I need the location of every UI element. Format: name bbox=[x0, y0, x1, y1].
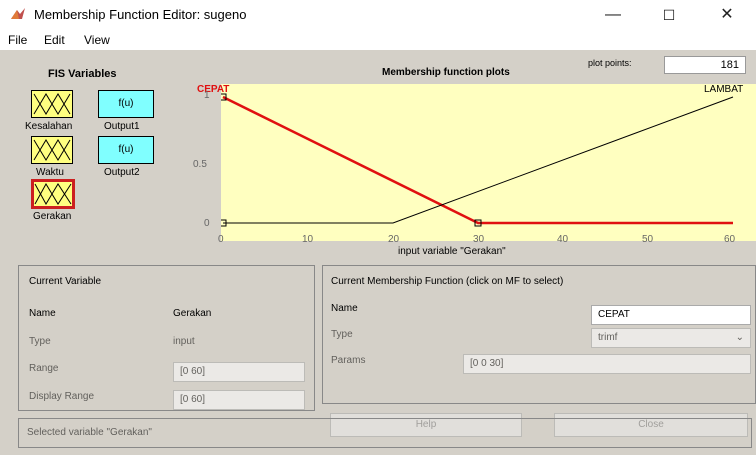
menu-view[interactable]: View bbox=[84, 33, 110, 47]
x-tick-label: 30 bbox=[473, 234, 485, 245]
cv-type-label: Type bbox=[29, 336, 51, 347]
mf-type-select[interactable]: trimf ⌄ bbox=[591, 328, 751, 348]
menu-file[interactable]: File bbox=[8, 33, 27, 47]
mf-line-lambat[interactable] bbox=[223, 96, 734, 224]
cv-name-label: Name bbox=[29, 308, 56, 319]
mf-params-input[interactable]: [0 0 30] bbox=[463, 354, 751, 374]
plot-title: Membership function plots bbox=[382, 67, 510, 78]
chevron-down-icon: ⌄ bbox=[735, 332, 744, 343]
minimize-button[interactable]: — bbox=[590, 3, 636, 27]
status-text: Selected variable "Gerakan" bbox=[27, 427, 152, 438]
mf-chart[interactable] bbox=[219, 84, 756, 241]
mf-shape-icon bbox=[34, 182, 72, 206]
x-tick-label: 50 bbox=[642, 234, 654, 245]
close-window-button[interactable]: ✕ bbox=[704, 3, 750, 27]
mf-type-label: Type bbox=[331, 329, 353, 340]
cv-name-value: Gerakan bbox=[173, 308, 212, 319]
output-block-output2[interactable]: f(u) bbox=[98, 136, 154, 164]
current-mf-title: Current Membership Function (click on MF… bbox=[331, 276, 564, 287]
cv-range-label: Range bbox=[29, 363, 59, 374]
mf-label-cepat[interactable]: CEPAT bbox=[197, 84, 229, 95]
fis-variables-title: FIS Variables bbox=[48, 68, 117, 80]
mf-shape-icon bbox=[33, 139, 71, 161]
input-block-gerakan[interactable] bbox=[31, 179, 75, 209]
x-tick-label: 20 bbox=[388, 234, 400, 245]
mf-name-input[interactable]: CEPAT bbox=[591, 305, 751, 325]
cv-type-value: input bbox=[173, 336, 195, 347]
cv-range-input[interactable]: [0 60] bbox=[173, 362, 305, 382]
current-variable-panel: Current Variable Name Gerakan Type input… bbox=[18, 265, 315, 411]
x-tick-label: 0 bbox=[218, 234, 224, 245]
mf-type-value: trimf bbox=[598, 332, 618, 343]
y-tick-label: 0.5 bbox=[193, 159, 207, 170]
y-tick-label: 1 bbox=[204, 90, 210, 101]
x-tick-label: 60 bbox=[724, 234, 736, 245]
plot-points-label: plot points: bbox=[588, 58, 632, 68]
maximize-button[interactable]: ☐ bbox=[646, 3, 692, 27]
mf-line-cepat[interactable] bbox=[222, 95, 733, 225]
input-label-waktu: Waktu bbox=[36, 167, 64, 178]
x-axis-label: input variable "Gerakan" bbox=[398, 246, 506, 257]
mf-shape-icon bbox=[33, 93, 71, 115]
current-variable-title: Current Variable bbox=[29, 276, 102, 287]
mf-label-lambat[interactable]: LAMBAT bbox=[704, 84, 743, 95]
menu-bar: File Edit View bbox=[0, 30, 756, 50]
upper-panel: FIS Variables Kesalahan f(u) Output1 Wak… bbox=[0, 50, 756, 260]
input-block-waktu[interactable] bbox=[31, 136, 73, 164]
input-block-kesalahan[interactable] bbox=[31, 90, 73, 118]
y-tick-label: 0 bbox=[204, 218, 210, 229]
mf-params-label: Params bbox=[331, 355, 366, 366]
input-label-kesalahan: Kesalahan bbox=[25, 121, 73, 132]
lower-panel: Current Variable Name Gerakan Type input… bbox=[0, 260, 756, 455]
x-tick-label: 10 bbox=[302, 234, 314, 245]
input-label-gerakan: Gerakan bbox=[33, 211, 72, 222]
x-tick-label: 40 bbox=[557, 234, 569, 245]
cv-display-range-input[interactable]: [0 60] bbox=[173, 390, 305, 410]
output-block-output1[interactable]: f(u) bbox=[98, 90, 154, 118]
matlab-icon bbox=[11, 8, 25, 19]
status-bar: Selected variable "Gerakan" bbox=[18, 418, 752, 448]
current-mf-panel: Current Membership Function (click on MF… bbox=[322, 265, 756, 404]
plot-points-input[interactable]: 181 bbox=[664, 56, 746, 74]
menu-edit[interactable]: Edit bbox=[44, 33, 65, 47]
mf-name-label: Name bbox=[331, 303, 358, 314]
output-label-output2: Output2 bbox=[104, 167, 140, 178]
plot-area[interactable] bbox=[219, 84, 756, 241]
window-title: Membership Function Editor: sugeno bbox=[34, 7, 247, 22]
output-label-output1: Output1 bbox=[104, 121, 140, 132]
cv-display-range-label: Display Range bbox=[29, 391, 95, 402]
title-bar: Membership Function Editor: sugeno — ☐ ✕ bbox=[0, 0, 756, 30]
